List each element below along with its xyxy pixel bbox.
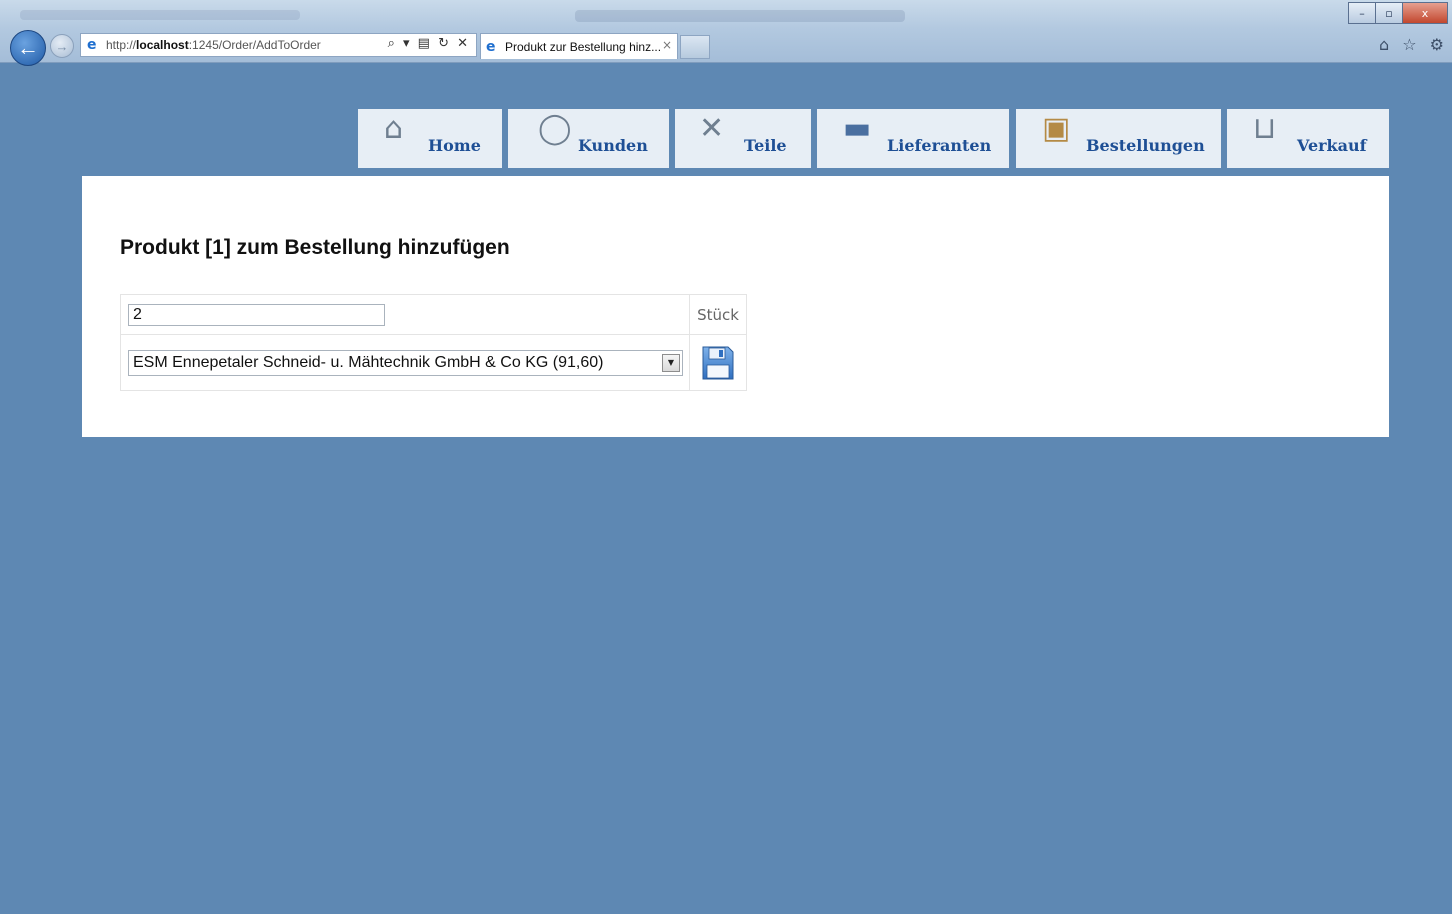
cart-icon: ⊔ (1253, 111, 1277, 146)
package-icon: ▣ (1042, 111, 1071, 146)
menu-item-verkauf[interactable]: ⊔ Verkauf (1227, 109, 1389, 168)
arrow-right-icon: → (55, 38, 69, 54)
tab-close-icon[interactable]: × (662, 38, 672, 52)
maximize-button[interactable]: ▫ (1375, 2, 1403, 24)
add-to-order-form: Stück ESM Ennepetaler Schneid- u. Mähtec… (120, 294, 747, 391)
quick-access-toolbar (20, 10, 300, 20)
chevron-down-icon[interactable]: ▼ (662, 353, 680, 372)
supplier-selected-value: ESM Ennepetaler Schneid- u. Mähtechnik G… (133, 353, 604, 371)
unit-label: Stück (689, 294, 747, 335)
menu-label: Bestellungen (1086, 136, 1205, 155)
address-bar[interactable]: e http://localhost:1245/Order/AddToOrder… (80, 33, 477, 57)
arrow-left-icon: ← (17, 35, 39, 60)
address-url[interactable]: http://localhost:1245/Order/AddToOrder (106, 38, 321, 52)
menu-item-bestellungen[interactable]: ▣ Bestellungen (1016, 109, 1221, 168)
menu-label: Teile (744, 136, 787, 155)
menu-label: Lieferanten (887, 136, 992, 155)
new-tab-button[interactable] (680, 35, 710, 59)
truck-icon: ▬ (843, 111, 872, 146)
ie-icon: e (87, 37, 97, 53)
url-scheme: http:// (106, 38, 137, 52)
menu-item-home[interactable]: ⌂ Home (358, 109, 502, 168)
ie-icon: e (486, 38, 496, 55)
menu-item-kunden[interactable]: ◯ Kunden (508, 109, 669, 168)
house-icon: ⌂ (384, 111, 404, 146)
tools-icon: ✕ (699, 111, 725, 146)
minimize-button[interactable]: – (1348, 2, 1376, 24)
floppy-disk-icon (702, 346, 734, 379)
address-tools[interactable]: ⌕ ▾ ▤ ↻ ✕ (388, 36, 470, 51)
close-window-button[interactable]: x (1402, 2, 1448, 24)
tab-active[interactable]: e Produkt zur Bestellung hinz... × (480, 33, 678, 59)
url-path: :1245/Order/AddToOrder (188, 38, 321, 52)
url-host: localhost (136, 38, 189, 52)
user-icon: ◯ (538, 111, 572, 146)
window-title (575, 10, 905, 22)
supplier-select[interactable]: ESM Ennepetaler Schneid- u. Mähtechnik G… (128, 349, 683, 376)
menu-label: Verkauf (1297, 136, 1367, 155)
menu-label: Kunden (578, 136, 648, 155)
tab-title: Produkt zur Bestellung hinz... (505, 39, 662, 54)
menu-item-teile[interactable]: ✕ Teile (675, 109, 811, 168)
menu-label: Home (428, 136, 481, 155)
save-button[interactable] (701, 345, 735, 381)
quantity-input[interactable] (128, 303, 385, 326)
forward-button[interactable]: → (50, 34, 74, 58)
menu-item-lieferanten[interactable]: ▬ Lieferanten (817, 109, 1009, 168)
back-button[interactable]: ← (10, 30, 46, 66)
main-content: Produkt [1] zum Bestellung hinzufügen St… (82, 176, 1389, 437)
page-title: Produkt [1] zum Bestellung hinzufügen (120, 236, 510, 259)
window-controls: – ▫ x (1348, 2, 1448, 24)
browser-tools[interactable]: ⌂ ☆ ⚙ (1379, 35, 1448, 54)
